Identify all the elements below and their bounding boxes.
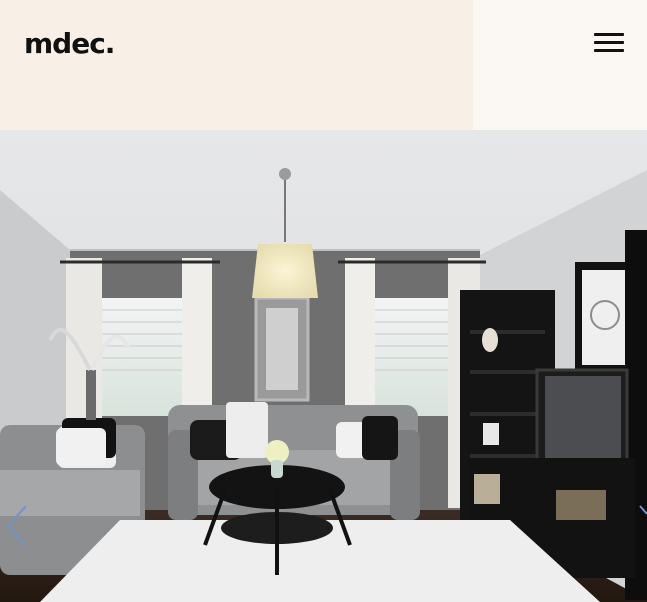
hamburger-menu-icon[interactable] [592, 30, 626, 56]
site-logo[interactable]: mdec. [24, 26, 115, 62]
chevron-right-icon[interactable] [636, 502, 647, 550]
menu-line [594, 33, 624, 36]
menu-line [594, 49, 624, 52]
hero-slider [0, 130, 647, 602]
header-right-panel [473, 0, 647, 130]
header-left-panel: mdec. [0, 0, 473, 130]
chevron-left-icon[interactable] [2, 502, 32, 550]
menu-line [594, 41, 624, 44]
living-room-photo [0, 130, 647, 602]
site-header: mdec. [0, 0, 647, 130]
